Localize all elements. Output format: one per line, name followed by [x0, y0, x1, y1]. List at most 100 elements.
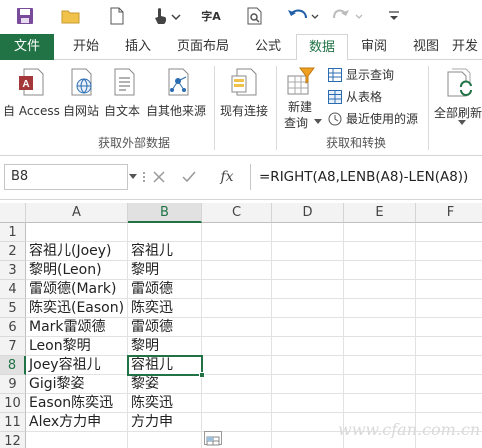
cell-d11[interactable] [272, 413, 344, 432]
cell-e2[interactable] [344, 242, 416, 261]
row-header[interactable]: 11 [0, 413, 26, 432]
existing-connections-button[interactable]: 现有连接 [218, 66, 272, 120]
cell-c3[interactable] [202, 261, 272, 280]
cell-a3[interactable]: 黎明(Leon) [26, 261, 128, 280]
cell-b2[interactable]: 容祖儿 [128, 242, 202, 261]
column-header-b[interactable]: B [128, 203, 202, 223]
column-header-f[interactable]: F [416, 203, 482, 223]
cell-b7[interactable]: 黎明 [128, 337, 202, 356]
cell-b10[interactable]: 陈奕迅 [128, 394, 202, 413]
cell-c8[interactable] [202, 356, 272, 375]
cell-d9[interactable] [272, 375, 344, 394]
save-icon[interactable] [12, 4, 38, 28]
cell-d12[interactable] [272, 432, 344, 448]
row-header[interactable]: 12 [0, 432, 26, 448]
cell-f7[interactable] [416, 337, 482, 356]
cell-f6[interactable] [416, 318, 482, 337]
tab-page-layout[interactable]: 页面布局 [168, 34, 238, 60]
cell-f5[interactable] [416, 299, 482, 318]
cell-e5[interactable] [344, 299, 416, 318]
customize-qat-icon[interactable] [384, 4, 404, 28]
enter-icon[interactable] [176, 164, 202, 190]
cell-d6[interactable] [272, 318, 344, 337]
quick-analysis-icon[interactable] [204, 431, 222, 446]
row-header[interactable]: 1 [0, 223, 26, 242]
touch-mode-icon[interactable] [150, 4, 184, 28]
cell-c10[interactable] [202, 394, 272, 413]
cell-d1[interactable] [272, 223, 344, 242]
column-header-d[interactable]: D [272, 203, 344, 223]
cell-f9[interactable] [416, 375, 482, 394]
cell-d4[interactable] [272, 280, 344, 299]
cell-a11[interactable]: Alex方力申 [26, 413, 128, 432]
from-access-button[interactable]: A 自 Access [2, 66, 60, 120]
new-icon[interactable] [104, 4, 130, 28]
tab-view[interactable]: 视图 [400, 34, 452, 60]
cell-e6[interactable] [344, 318, 416, 337]
tab-home[interactable]: 开始 [60, 34, 112, 60]
cell-a7[interactable]: Leon黎明 [26, 337, 128, 356]
cell-d5[interactable] [272, 299, 344, 318]
row-header[interactable]: 6 [0, 318, 26, 337]
column-header-c[interactable]: C [202, 203, 272, 223]
row-header[interactable]: 2 [0, 242, 26, 261]
formula-input[interactable]: =RIGHT(A8,LENB(A8)-LEN(A8)) [250, 164, 482, 190]
cell-e7[interactable] [344, 337, 416, 356]
name-box-dropdown-icon[interactable] [128, 164, 138, 190]
name-box[interactable]: B8 [4, 164, 128, 190]
from-web-button[interactable]: 自网站 [62, 66, 104, 120]
tab-review[interactable]: 审阅 [350, 34, 398, 60]
spelling-icon[interactable]: 字A [198, 4, 224, 28]
redo-icon[interactable] [328, 4, 368, 28]
row-header[interactable]: 10 [0, 394, 26, 413]
undo-icon[interactable] [284, 4, 324, 28]
cell-c2[interactable] [202, 242, 272, 261]
row-header[interactable]: 7 [0, 337, 26, 356]
new-query-button[interactable]: 新建 查询 [280, 64, 324, 130]
cell-b9[interactable]: 黎姿 [128, 375, 202, 394]
cell-d8[interactable] [272, 356, 344, 375]
cell-b6[interactable]: 雷颂德 [128, 318, 202, 337]
cell-c1[interactable] [202, 223, 272, 242]
from-other-sources-button[interactable]: 自其他来源 [146, 66, 212, 120]
column-header-e[interactable]: E [344, 203, 416, 223]
cell-e8[interactable] [344, 356, 416, 375]
cell-b11[interactable]: 方力申 [128, 413, 202, 432]
cell-d7[interactable] [272, 337, 344, 356]
cell-c7[interactable] [202, 337, 272, 356]
row-header[interactable]: 5 [0, 299, 26, 318]
cell-f4[interactable] [416, 280, 482, 299]
cell-a2[interactable]: 容祖儿(Joey) [26, 242, 128, 261]
cell-c5[interactable] [202, 299, 272, 318]
select-all-corner[interactable] [0, 203, 26, 223]
cell-b5[interactable]: 陈奕迅 [128, 299, 202, 318]
tab-file[interactable]: 文件 [0, 34, 54, 60]
cell-e3[interactable] [344, 261, 416, 280]
cell-a4[interactable]: 雷颂德(Mark) [26, 280, 128, 299]
cell-a6[interactable]: Mark雷颂德 [26, 318, 128, 337]
cell-e9[interactable] [344, 375, 416, 394]
tab-insert[interactable]: 插入 [112, 34, 164, 60]
from-table-button[interactable]: 从表格 [328, 88, 382, 105]
column-header-a[interactable]: A [26, 203, 128, 223]
cancel-icon[interactable] [146, 164, 172, 190]
insert-function-button[interactable]: fx [212, 164, 242, 190]
cell-e1[interactable] [344, 223, 416, 242]
cell-e4[interactable] [344, 280, 416, 299]
cell-f1[interactable] [416, 223, 482, 242]
recent-sources-button[interactable]: 最近使用的源 [328, 110, 418, 127]
tab-data[interactable]: 数据 [296, 34, 348, 61]
open-icon[interactable] [58, 4, 84, 28]
cell-a8[interactable]: Joey容祖儿 [26, 356, 128, 375]
cell-c11[interactable] [202, 413, 272, 432]
cell-b1[interactable] [128, 223, 202, 242]
cell-f2[interactable] [416, 242, 482, 261]
row-header[interactable]: 8 [0, 356, 26, 375]
from-text-button[interactable]: 自文本 [104, 66, 146, 120]
cell-d2[interactable] [272, 242, 344, 261]
cell-e10[interactable] [344, 394, 416, 413]
cell-a9[interactable]: Gigi黎姿 [26, 375, 128, 394]
cell-a5[interactable]: 陈奕迅(Eason) [26, 299, 128, 318]
cell-a1[interactable] [26, 223, 128, 242]
row-header[interactable]: 3 [0, 261, 26, 280]
